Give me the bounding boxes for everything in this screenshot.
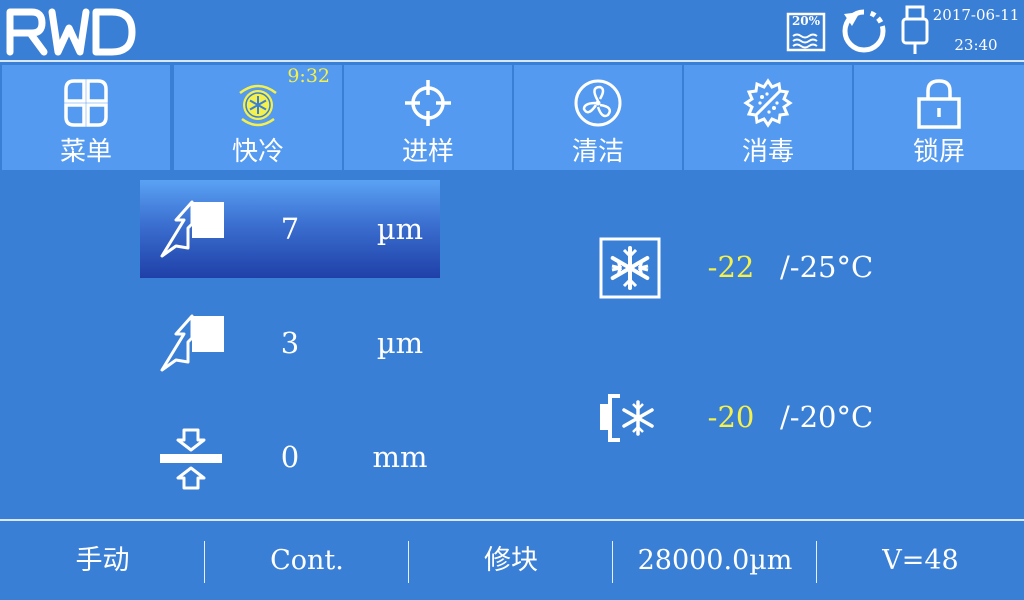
speed-readout[interactable]: V=48	[817, 521, 1024, 600]
lock-icon	[917, 79, 961, 129]
function-button[interactable]: 修块	[409, 521, 613, 600]
trim-thickness-row[interactable]: 7 µm	[140, 180, 440, 278]
section-thickness-unit: µm	[376, 326, 424, 360]
date-text: 2017-06-11	[932, 6, 1020, 24]
quick-freeze-label: 快冷	[231, 137, 284, 167]
section-thickness-icon	[160, 314, 224, 372]
fan-icon	[574, 79, 622, 127]
sync-icon[interactable]	[838, 6, 890, 56]
usb-plug-icon	[901, 5, 929, 54]
section-thickness-value: 3	[280, 326, 300, 360]
retract-unit: mm	[372, 440, 428, 474]
disinfect-icon	[743, 78, 793, 128]
sample-feed-button[interactable]: 进样	[344, 65, 512, 170]
trim-thickness-icon	[160, 200, 224, 258]
time-text: 23:40	[954, 36, 998, 54]
specimen-current-temp: -20	[707, 400, 755, 434]
quick-freeze-button[interactable]: 9:32 快冷	[174, 65, 342, 170]
chamber-current-temp: -22	[707, 250, 755, 284]
lock-screen-label: 锁屏	[912, 137, 965, 167]
disinfect-label: 消毒	[741, 137, 794, 167]
main-toolbar: 菜单 9:32 快冷 进样 清洁 消毒 锁屏	[0, 64, 1024, 170]
disinfect-button[interactable]: 消毒	[684, 65, 852, 170]
specimen-setpoint-temp: /-20°C	[780, 400, 874, 434]
crosshair-icon	[405, 80, 451, 126]
clean-button[interactable]: 清洁	[514, 65, 682, 170]
section-thickness-row[interactable]: 3 µm	[140, 294, 440, 392]
trim-thickness-value: 7	[280, 212, 300, 246]
quick-freeze-icon	[239, 84, 277, 127]
mode-button[interactable]: 手动	[0, 521, 205, 600]
trim-thickness-unit: µm	[376, 212, 424, 246]
lock-screen-button[interactable]: 锁屏	[854, 65, 1024, 170]
clean-label: 清洁	[571, 137, 624, 167]
ink-level-indicator: 20%	[786, 12, 826, 52]
header-bar: 20% 2017-06-11 23:40	[0, 0, 1024, 62]
specimen-temperature[interactable]: -20 /-20°C	[596, 386, 1016, 456]
menu-grid-icon	[64, 79, 108, 127]
menu-button[interactable]: 菜单	[2, 65, 170, 170]
retract-value: 0	[280, 440, 300, 474]
position-readout: 28000.0µm	[637, 545, 793, 576]
brand-logo	[6, 8, 136, 56]
sample-feed-label: 进样	[401, 137, 454, 167]
chamber-setpoint-temp: /-25°C	[780, 250, 874, 284]
quick-freeze-timer: 9:32	[287, 65, 330, 87]
retract-row[interactable]: 0 mm	[140, 408, 440, 506]
chamber-freeze-icon	[599, 237, 661, 299]
chamber-temperature[interactable]: -22 /-25°C	[596, 236, 1016, 306]
ink-level-text: 20%	[791, 14, 821, 28]
retract-icon	[160, 428, 222, 490]
menu-label: 菜单	[59, 137, 112, 167]
status-footer: 手动 Cont. 修块 28000.0µm V=48	[0, 519, 1024, 600]
specimen-freeze-icon	[600, 394, 654, 442]
cut-mode-button[interactable]: Cont.	[205, 521, 409, 600]
